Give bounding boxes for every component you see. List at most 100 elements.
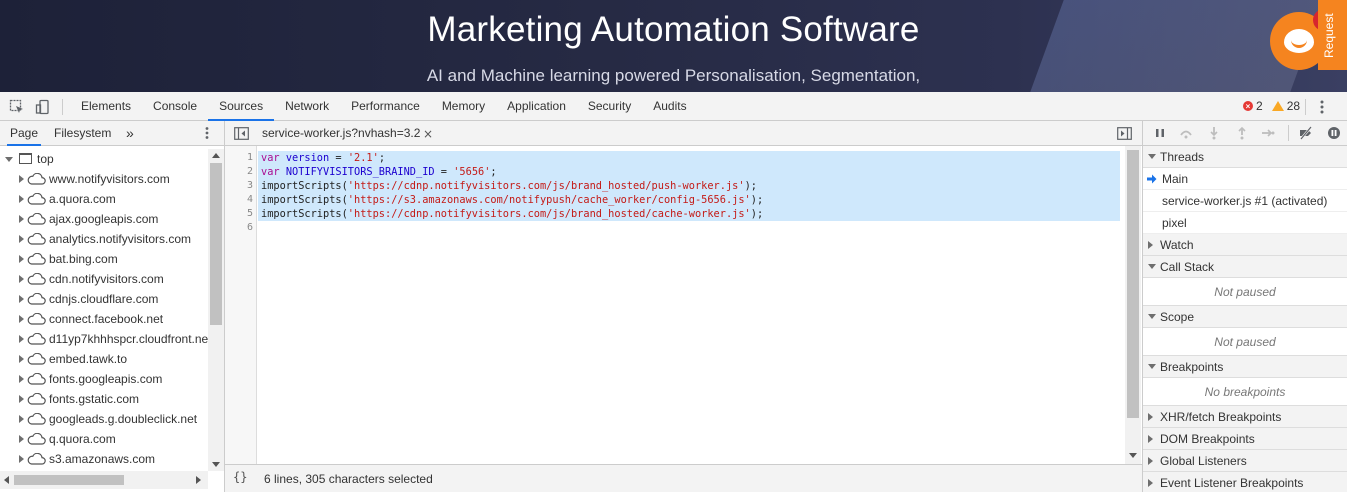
navigator-menu-icon[interactable] bbox=[200, 126, 214, 140]
section-global-listeners[interactable]: Global Listeners bbox=[1143, 450, 1347, 472]
navigator-vertical-scrollbar[interactable] bbox=[208, 149, 224, 471]
issue-counters[interactable]: × 2 28 bbox=[1243, 99, 1300, 113]
line-number[interactable]: 5 bbox=[225, 207, 253, 221]
section-event-listener-breakpoints[interactable]: Event Listener Breakpoints bbox=[1143, 472, 1347, 492]
section-threads[interactable]: Threads bbox=[1143, 146, 1347, 168]
expand-arrow-icon[interactable] bbox=[19, 175, 24, 183]
line-number[interactable]: 4 bbox=[225, 193, 253, 207]
tab-page[interactable]: Page bbox=[6, 121, 42, 146]
expand-arrow-icon[interactable] bbox=[19, 455, 24, 463]
expand-arrow-icon[interactable] bbox=[19, 415, 24, 423]
tab-network[interactable]: Network bbox=[274, 92, 340, 121]
more-tabs-button[interactable]: » bbox=[126, 121, 134, 146]
inspect-element-icon[interactable] bbox=[9, 99, 25, 115]
editor-file-tab[interactable]: service-worker.js?nvhash=3.2 bbox=[262, 121, 420, 146]
customize-menu-icon[interactable] bbox=[1314, 99, 1330, 115]
tab-application[interactable]: Application bbox=[496, 92, 577, 121]
tree-item-domain[interactable]: www.notifyvisitors.com bbox=[0, 169, 208, 189]
warning-icon bbox=[1271, 101, 1284, 111]
expand-arrow-icon[interactable] bbox=[19, 375, 24, 383]
tab-security[interactable]: Security bbox=[577, 92, 642, 121]
code-line[interactable]: var NOTIFYVISITORS_BRAIND_ID = '5656'; bbox=[258, 165, 1120, 179]
thread-item[interactable]: pixel bbox=[1143, 212, 1347, 234]
expand-arrow-icon[interactable] bbox=[19, 255, 24, 263]
scrollbar-thumb[interactable] bbox=[1127, 150, 1139, 418]
device-toolbar-icon[interactable] bbox=[35, 99, 51, 115]
thread-item[interactable]: service-worker.js #1 (activated) bbox=[1143, 190, 1347, 212]
step-out-icon[interactable] bbox=[1235, 126, 1249, 140]
expand-arrow-icon[interactable] bbox=[19, 295, 24, 303]
expand-arrow-icon[interactable] bbox=[5, 157, 13, 162]
expand-arrow-icon[interactable] bbox=[19, 195, 24, 203]
line-number[interactable]: 1 bbox=[225, 151, 253, 165]
tree-item-domain[interactable]: cdnjs.cloudflare.com bbox=[0, 289, 208, 309]
toggle-navigator-icon[interactable] bbox=[234, 127, 249, 140]
tree-item-domain[interactable]: bat.bing.com bbox=[0, 249, 208, 269]
section-dom-breakpoints[interactable]: DOM Breakpoints bbox=[1143, 428, 1347, 450]
code-line[interactable]: importScripts('https://cdnp.notifyvisito… bbox=[258, 179, 1120, 193]
request-tab[interactable]: Request bbox=[1318, 0, 1347, 70]
tab-console[interactable]: Console bbox=[142, 92, 208, 121]
scroll-down-icon[interactable] bbox=[212, 462, 220, 467]
scroll-left-icon[interactable] bbox=[4, 476, 9, 484]
expand-arrow-icon[interactable] bbox=[19, 435, 24, 443]
thread-item[interactable]: Main bbox=[1143, 168, 1347, 190]
pause-icon[interactable] bbox=[1153, 126, 1167, 140]
tree-item-domain[interactable]: q.quora.com bbox=[0, 429, 208, 449]
code-line[interactable] bbox=[258, 221, 1120, 235]
tree-item-domain[interactable]: fonts.gstatic.com bbox=[0, 389, 208, 409]
section-watch[interactable]: Watch bbox=[1143, 234, 1347, 256]
tree-item-domain[interactable]: a.quora.com bbox=[0, 189, 208, 209]
tree-item-domain[interactable]: fonts.googleapis.com bbox=[0, 369, 208, 389]
tree-item-top[interactable]: top bbox=[0, 149, 208, 169]
step-over-icon[interactable] bbox=[1179, 126, 1193, 140]
line-number[interactable]: 6 bbox=[225, 221, 253, 235]
tree-item-label: cdn.notifyvisitors.com bbox=[49, 272, 164, 286]
expand-arrow-icon[interactable] bbox=[19, 395, 24, 403]
expand-arrow-icon[interactable] bbox=[19, 355, 24, 363]
tree-item-domain[interactable]: googleads.g.doubleclick.net bbox=[0, 409, 208, 429]
tab-memory[interactable]: Memory bbox=[431, 92, 496, 121]
section-scope[interactable]: Scope bbox=[1143, 306, 1347, 328]
tree-item-domain[interactable]: s3.amazonaws.com bbox=[0, 449, 208, 469]
expand-arrow-icon[interactable] bbox=[19, 215, 24, 223]
code-line[interactable]: importScripts('https://s3.amazonaws.com/… bbox=[258, 193, 1120, 207]
navigator-horizontal-scrollbar[interactable] bbox=[0, 471, 208, 489]
close-tab-icon[interactable]: × bbox=[423, 127, 433, 141]
section-xhr-breakpoints[interactable]: XHR/fetch Breakpoints bbox=[1143, 406, 1347, 428]
code-area[interactable]: var version = '2.1'; var NOTIFYVISITORS_B… bbox=[258, 151, 1120, 235]
step-into-icon[interactable] bbox=[1207, 126, 1221, 140]
pretty-print-button[interactable]: {} bbox=[233, 470, 247, 484]
line-number[interactable]: 3 bbox=[225, 179, 253, 193]
section-call-stack[interactable]: Call Stack bbox=[1143, 256, 1347, 278]
scroll-down-icon[interactable] bbox=[1129, 453, 1137, 458]
tree-item-domain[interactable]: embed.tawk.to bbox=[0, 349, 208, 369]
tab-performance[interactable]: Performance bbox=[340, 92, 431, 121]
tab-filesystem[interactable]: Filesystem bbox=[54, 121, 111, 146]
line-number[interactable]: 2 bbox=[225, 165, 253, 179]
deactivate-breakpoints-icon[interactable] bbox=[1299, 126, 1313, 140]
step-icon[interactable] bbox=[1261, 126, 1275, 140]
pause-on-exceptions-icon[interactable] bbox=[1327, 126, 1341, 140]
tree-item-domain[interactable]: ajax.googleapis.com bbox=[0, 209, 208, 229]
tab-audits[interactable]: Audits bbox=[642, 92, 697, 121]
code-line[interactable]: importScripts('https://cdnp.notifyvisito… bbox=[258, 207, 1120, 221]
tree-item-domain[interactable]: d11yp7khhhspcr.cloudfront.net bbox=[0, 329, 208, 349]
scroll-right-icon[interactable] bbox=[196, 476, 201, 484]
section-breakpoints[interactable]: Breakpoints bbox=[1143, 356, 1347, 378]
tab-sources[interactable]: Sources bbox=[208, 92, 275, 121]
expand-arrow-icon[interactable] bbox=[19, 335, 24, 343]
code-line[interactable]: var version = '2.1'; bbox=[258, 151, 1120, 165]
tree-item-domain[interactable]: cdn.notifyvisitors.com bbox=[0, 269, 208, 289]
expand-arrow-icon[interactable] bbox=[19, 275, 24, 283]
tree-item-domain[interactable]: analytics.notifyvisitors.com bbox=[0, 229, 208, 249]
expand-arrow-icon[interactable] bbox=[19, 315, 24, 323]
toggle-debugger-icon[interactable] bbox=[1117, 127, 1132, 140]
scrollbar-thumb[interactable] bbox=[210, 163, 222, 325]
scroll-up-icon[interactable] bbox=[212, 153, 220, 158]
scrollbar-thumb[interactable] bbox=[14, 475, 124, 485]
tab-elements[interactable]: Elements bbox=[70, 92, 142, 121]
expand-arrow-icon[interactable] bbox=[19, 235, 24, 243]
tree-item-domain[interactable]: connect.facebook.net bbox=[0, 309, 208, 329]
editor-vertical-scrollbar[interactable] bbox=[1125, 146, 1141, 464]
